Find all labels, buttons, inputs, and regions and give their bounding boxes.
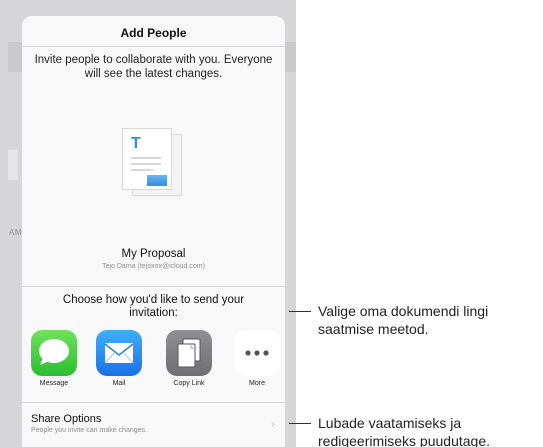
callout-leader-share-options (289, 423, 311, 424)
document-thumbnail: T (122, 128, 184, 200)
intro-text: Invite people to collaborate with you. E… (34, 54, 273, 80)
document-owner: Tejo Dama (tejoxox@icloud.com) (102, 263, 205, 270)
screen: AM Add People Invite people to collabora… (0, 0, 543, 447)
share-target-message[interactable]: Message (28, 330, 80, 387)
sheet-header: Add People (22, 16, 285, 47)
share-target-label: Copy Link (173, 380, 205, 387)
choose-prompt: Choose how you'd like to send your invit… (62, 294, 245, 319)
share-target-label: Message (39, 380, 69, 387)
popover-arrow (8, 150, 18, 180)
share-target-mail[interactable]: Mail (93, 330, 145, 387)
background-label: AM (9, 228, 22, 237)
callout-leader-send-method (289, 311, 311, 312)
callout-send-method: Valige oma dokumendi lingi saatmise meet… (318, 303, 489, 337)
document-text-line (131, 163, 161, 165)
share-target-label: More (249, 380, 265, 387)
chevron-right-icon: › (271, 417, 275, 431)
document-page-front: T (122, 128, 172, 190)
document-thumbnail-letter: T (131, 135, 141, 152)
divider (22, 286, 285, 287)
document-image-block (147, 175, 167, 186)
document-text-line (131, 169, 153, 171)
share-options-subtitle: People you invite can make changes. (31, 427, 147, 434)
share-target-copy-link[interactable]: Copy Link (163, 330, 215, 387)
mail-icon[interactable] (96, 330, 142, 376)
share-options-title: Share Options (31, 413, 102, 425)
sheet-title: Add People (120, 26, 187, 40)
callout-share-options: Lubade vaatamiseks ja redigeerimiseks pu… (318, 415, 490, 447)
add-people-sheet: Add People Invite people to collaborate … (22, 16, 285, 447)
message-icon[interactable] (31, 330, 77, 376)
document-name: My Proposal (121, 248, 186, 260)
document-text-line (131, 157, 161, 159)
share-target-more[interactable]: More (231, 330, 283, 387)
share-options-row[interactable]: Share Options People you invite can make… (22, 403, 285, 443)
copy-link-icon[interactable] (166, 330, 212, 376)
more-icon[interactable] (234, 330, 280, 376)
share-target-label: Mail (112, 380, 126, 387)
